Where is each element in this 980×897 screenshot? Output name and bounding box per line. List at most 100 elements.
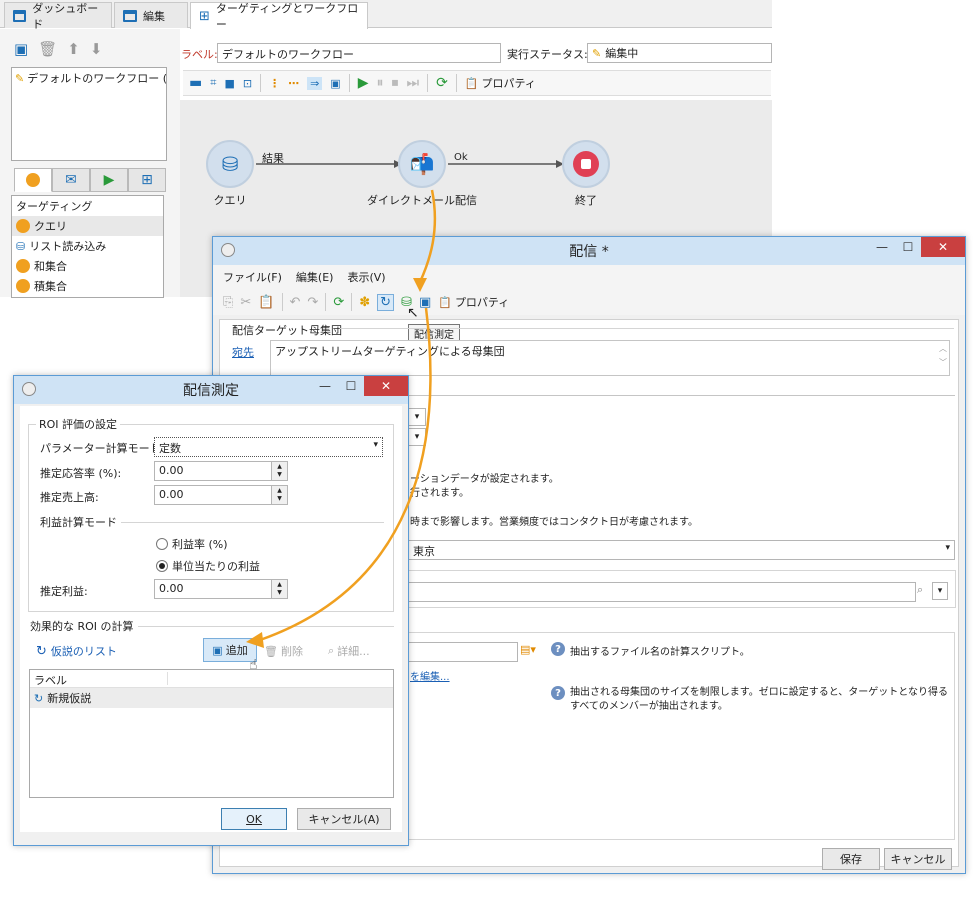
workflow-label-value: デフォルトのワークフロー — [222, 48, 354, 61]
delete-icon[interactable]: 🗑 — [38, 40, 57, 58]
cancel-label: キャンセル — [890, 853, 946, 866]
link-field[interactable] — [408, 582, 916, 602]
param-mode-select[interactable]: 定数 ▾ — [154, 437, 383, 457]
cancel-label: キャンセル(A) — [308, 813, 380, 826]
tab-edit[interactable]: 編集 — [114, 2, 188, 28]
delivery-titlebar: 配信 * — ☐ ✕ — [213, 237, 965, 265]
spinner-icon[interactable]: ▲ ▼ — [271, 486, 287, 504]
workflow-label-field[interactable]: デフォルトのワークフロー — [217, 43, 501, 63]
new-workflow-icon[interactable]: ▣ — [14, 40, 28, 58]
filename-field[interactable] — [408, 642, 518, 662]
radio-margin[interactable]: 利益率 (%) — [156, 536, 228, 552]
scroll-arrows[interactable]: ︿ ﹀ — [939, 342, 947, 370]
spinner-icon[interactable]: ▲ ▼ — [271, 462, 287, 480]
tab-actions[interactable]: ⊞ — [128, 168, 166, 192]
radio-unit[interactable]: 単位当たりの利益 — [156, 558, 260, 574]
spinner-icon[interactable]: ▲ ▼ — [271, 580, 287, 598]
table-header: ラベル — [30, 670, 393, 688]
start-icon[interactable]: ▶ — [358, 75, 369, 91]
palette-item-union[interactable]: 和集合 — [12, 256, 163, 276]
cut-icon[interactable]: ✂ — [240, 295, 251, 310]
dropdown-arrow[interactable]: ▾ — [408, 428, 426, 446]
menu-file[interactable]: ファイル(F) — [223, 269, 282, 285]
refresh-icon[interactable]: ⟳ — [333, 295, 344, 310]
delete-button[interactable]: 🗑 削除 — [264, 643, 303, 659]
tab-flow-control[interactable]: ▶ — [90, 168, 128, 192]
close-button[interactable]: ✕ — [364, 376, 408, 396]
fit-icon[interactable]: ⌗ — [210, 76, 216, 90]
direct-mail-node[interactable]: 📬 — [398, 140, 446, 188]
detail-button[interactable]: ⌕ 詳細... — [328, 643, 370, 659]
palette-tabs: ✉ ▶ ⊞ — [14, 168, 166, 192]
to-field[interactable]: アップストリームターゲティングによる母集団 ︿ ﹀ — [270, 340, 950, 376]
detail-label: 詳細... — [337, 645, 370, 658]
chevron-down-icon: ▾ — [373, 440, 378, 450]
undo-icon[interactable]: ↶ — [290, 295, 301, 310]
timezone-select[interactable]: 東京 ▾ — [408, 540, 955, 560]
minimize-button[interactable]: — — [312, 376, 338, 396]
response-rate-field[interactable]: 0.00 ▲ ▼ — [154, 461, 288, 481]
more-horizontal-icon[interactable]: ⋯ — [288, 77, 299, 90]
status-caption: 実行ステータス: — [507, 48, 588, 61]
display-icon[interactable]: ▬ — [189, 75, 202, 91]
query-node[interactable]: ⛁ — [206, 140, 254, 188]
hypothesis-icon: ↻ — [34, 691, 44, 705]
end-node[interactable] — [562, 140, 610, 188]
move-up-icon[interactable]: ⬆ — [67, 40, 80, 58]
table-row[interactable]: ↻ 新規仮説 — [30, 688, 393, 708]
radio-button[interactable] — [156, 560, 168, 572]
cancel-button[interactable]: キャンセル(A) — [297, 808, 391, 830]
separator — [455, 74, 457, 92]
delivery-measure-button[interactable]: ↻ — [377, 293, 395, 311]
dropdown-arrow[interactable]: ▾ — [932, 582, 948, 600]
close-button[interactable]: ✕ — [921, 237, 965, 257]
step-icon[interactable]: ⏭ — [406, 75, 419, 91]
properties-button[interactable]: 📋 プロパティ — [438, 294, 509, 310]
properties-button[interactable]: 📋 プロパティ — [465, 75, 536, 91]
palette-item-intersection[interactable]: 積集合 — [12, 276, 163, 296]
stop-icon[interactable]: ⏹ — [391, 75, 398, 91]
help-icon: ? — [551, 686, 565, 700]
square-icon[interactable]: ■ — [224, 77, 234, 90]
palette-item-query[interactable]: クエリ — [12, 216, 163, 236]
cancel-button[interactable]: キャンセル — [884, 848, 952, 870]
copy-icon[interactable]: ⎘ — [223, 295, 233, 310]
to-link[interactable]: 宛先 — [232, 344, 254, 360]
revenue-field[interactable]: 0.00 ▲ ▼ — [154, 485, 288, 505]
maximize-button[interactable]: ☐ — [338, 376, 364, 396]
refresh-icon[interactable]: ⟳ — [436, 75, 448, 91]
tab-targeting-activities[interactable] — [14, 168, 52, 192]
script-icon[interactable]: ▤▾ — [520, 643, 536, 656]
edit-link[interactable]: を編集... — [410, 668, 450, 683]
tab-dashboard[interactable]: ダッシュボード — [4, 2, 112, 31]
zoom-fit-icon[interactable]: ⊡ — [243, 77, 252, 90]
menu-view[interactable]: 表示(V) — [347, 269, 385, 285]
separator — [351, 293, 353, 311]
dropdown-arrow[interactable]: ▾ — [408, 408, 426, 426]
ok-button[interactable]: OK — [221, 808, 287, 830]
palette-item-list-read[interactable]: ⛁ リスト読み込み — [12, 236, 163, 256]
tab-targeting-workflow[interactable]: ⊞ ターゲティングとワークフロー — [190, 2, 368, 31]
tab-delivery-activities[interactable]: ✉ — [52, 168, 90, 192]
maximize-button[interactable]: ☐ — [895, 237, 921, 257]
arrow-icon[interactable]: ⇒ — [307, 76, 323, 90]
minimize-button[interactable]: — — [869, 237, 895, 257]
help-limit-text: 抽出される母集団のサイズを制限します。ゼロに設定すると、ターゲットとなり得るすべ… — [570, 687, 948, 712]
menu-edit[interactable]: 編集(E) — [296, 269, 334, 285]
radio-button[interactable] — [156, 538, 168, 550]
effective-roi-group: 効果的な ROI の計算 — [30, 618, 394, 634]
paste-icon[interactable]: 📋 — [258, 295, 274, 310]
separator — [325, 293, 327, 311]
redo-icon[interactable]: ↷ — [307, 295, 318, 310]
task-icon[interactable]: ▣ — [330, 77, 340, 90]
more-vertical-icon[interactable]: ⋮ — [269, 77, 280, 90]
gift-icon[interactable]: ✽ — [359, 295, 370, 310]
palette-item-label: リスト読み込み — [29, 240, 107, 253]
est-profit-field[interactable]: 0.00 ▲ ▼ — [154, 579, 288, 599]
search-icon[interactable]: ⌕ — [917, 583, 923, 597]
save-button[interactable]: 保存 — [822, 848, 880, 870]
move-down-icon[interactable]: ⬇ — [90, 40, 103, 58]
list-item[interactable]: ✎ デフォルトのワークフロー (W... — [15, 70, 166, 86]
task-icon[interactable]: ▣ — [419, 295, 431, 310]
pause-icon[interactable]: ⏸ — [376, 75, 383, 91]
